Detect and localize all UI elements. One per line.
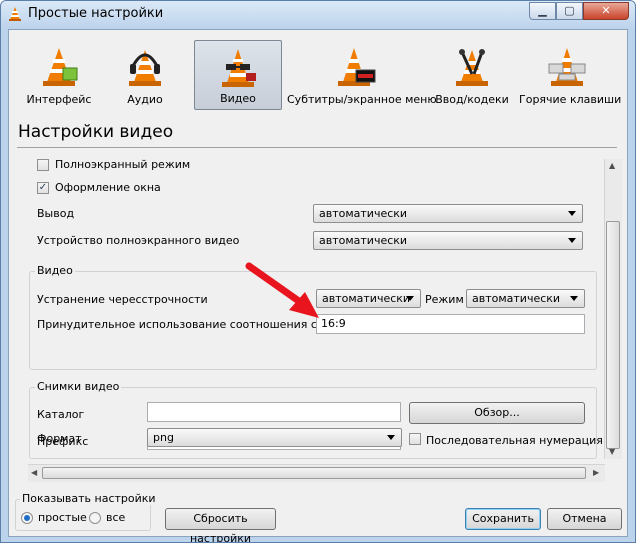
sequential-numbering-checkbox[interactable] xyxy=(409,433,421,445)
subtitles-cone-icon xyxy=(338,48,376,86)
snapshots-group-title: Снимки видео xyxy=(35,380,122,393)
deinterlace-select[interactable]: автоматически xyxy=(316,289,421,308)
output-select[interactable]: автоматически xyxy=(313,204,583,223)
category-hotkeys[interactable]: Горячие клавиши xyxy=(519,40,622,110)
cancel-button[interactable]: Отмена xyxy=(547,508,622,530)
category-label: Горячие клавиши xyxy=(519,93,622,106)
deinterlace-label: Устранение чересстрочности xyxy=(37,293,208,306)
audio-headphones-cone-icon xyxy=(129,50,161,86)
fullscreen-label: Полноэкранный режим xyxy=(55,158,191,171)
page-title: Настройки видео xyxy=(18,122,174,142)
category-audio[interactable]: Аудио xyxy=(107,40,183,110)
aspect-ratio-input[interactable]: 16:9 xyxy=(316,314,585,334)
category-subtitles[interactable]: Субтитры/экранное меню xyxy=(287,40,437,110)
format-value: png xyxy=(153,431,174,444)
horizontal-scroll-thumb[interactable] xyxy=(42,467,586,479)
chevron-down-icon xyxy=(568,211,576,216)
show-settings-title: Показывать настройки xyxy=(20,492,158,505)
all-settings-label: все xyxy=(106,511,126,524)
all-settings-radio[interactable] xyxy=(89,512,101,524)
vlc-cone-icon xyxy=(9,7,21,21)
category-interface[interactable]: Интерфейс xyxy=(22,40,96,110)
sequential-numbering-label: Последовательная нумерация xyxy=(426,434,603,447)
directory-label: Каталог xyxy=(37,408,85,421)
format-label: Формат xyxy=(37,432,82,445)
chevron-down-icon xyxy=(568,238,576,243)
category-label: Видео xyxy=(220,92,256,105)
vertical-scrollbar[interactable]: ▲ ▼ xyxy=(604,159,622,459)
directory-input[interactable] xyxy=(147,402,401,422)
scroll-left-arrow-icon[interactable]: ◀ xyxy=(31,468,37,477)
category-label: Субтитры/экранное меню xyxy=(287,93,437,106)
maximize-button[interactable]: ▢ xyxy=(556,2,583,20)
input-codecs-cone-icon xyxy=(456,49,488,86)
deinterlace-value: автоматически xyxy=(322,292,411,305)
scroll-up-arrow-icon[interactable]: ▲ xyxy=(609,161,615,170)
video-group-title: Видео xyxy=(35,264,75,277)
scroll-down-arrow-icon[interactable]: ▼ xyxy=(609,447,615,456)
output-label: Вывод xyxy=(37,207,75,220)
dialog-client-area: Интерфейс Аудио Видео Субтитры/экранное … xyxy=(8,29,628,542)
category-label: Интерфейс xyxy=(26,93,92,106)
simple-settings-radio[interactable] xyxy=(21,512,33,524)
horizontal-scrollbar[interactable]: ◀ ▶ xyxy=(28,464,605,482)
fullscreen-device-value: автоматически xyxy=(319,234,408,247)
fullscreen-device-label: Устройство полноэкранного видео xyxy=(37,234,240,247)
window-decorations-checkbox[interactable]: ✓ xyxy=(37,182,49,194)
chevron-down-icon xyxy=(570,296,578,301)
deinterlace-mode-select[interactable]: автоматически xyxy=(466,289,585,308)
save-button[interactable]: Сохранить xyxy=(465,508,541,530)
annotation-arrow-icon xyxy=(245,262,319,318)
minimize-button[interactable]: ▁ xyxy=(529,2,556,20)
hotkeys-cone-icon xyxy=(548,48,586,86)
category-label: Аудио xyxy=(127,93,163,106)
fullscreen-device-select[interactable]: автоматически xyxy=(313,231,583,250)
vertical-scroll-thumb[interactable] xyxy=(606,221,620,449)
chevron-down-icon xyxy=(406,296,414,301)
deinterlace-mode-value: автоматически xyxy=(472,292,561,305)
deinterlace-mode-label: Режим xyxy=(425,293,464,306)
category-label: Ввод/кодеки xyxy=(435,93,509,106)
title-bar[interactable]: Простые настройки ▁ ▢ ✕ xyxy=(1,1,635,29)
window-title: Простые настройки xyxy=(28,6,164,21)
window-decorations-label: Оформление окна xyxy=(55,181,161,194)
video-glasses-cone-icon xyxy=(222,49,256,87)
fullscreen-checkbox[interactable] xyxy=(37,159,49,171)
title-divider xyxy=(17,147,617,148)
category-video[interactable]: Видео xyxy=(194,40,282,110)
close-button[interactable]: ✕ xyxy=(583,2,629,20)
scroll-right-arrow-icon[interactable]: ▶ xyxy=(593,468,599,477)
interface-cone-icon xyxy=(43,48,78,86)
browse-button[interactable]: Обзор... xyxy=(409,402,585,424)
category-input-codecs[interactable]: Ввод/кодеки xyxy=(434,40,510,110)
preferences-window: Простые настройки ▁ ▢ ✕ Интерфейс Аудио xyxy=(0,0,636,543)
format-select[interactable]: png xyxy=(147,428,402,447)
reset-settings-button[interactable]: Сбросить настройки xyxy=(165,508,276,542)
output-select-value: автоматически xyxy=(319,207,408,220)
simple-settings-label: простые xyxy=(38,511,87,524)
chevron-down-icon xyxy=(387,435,395,440)
